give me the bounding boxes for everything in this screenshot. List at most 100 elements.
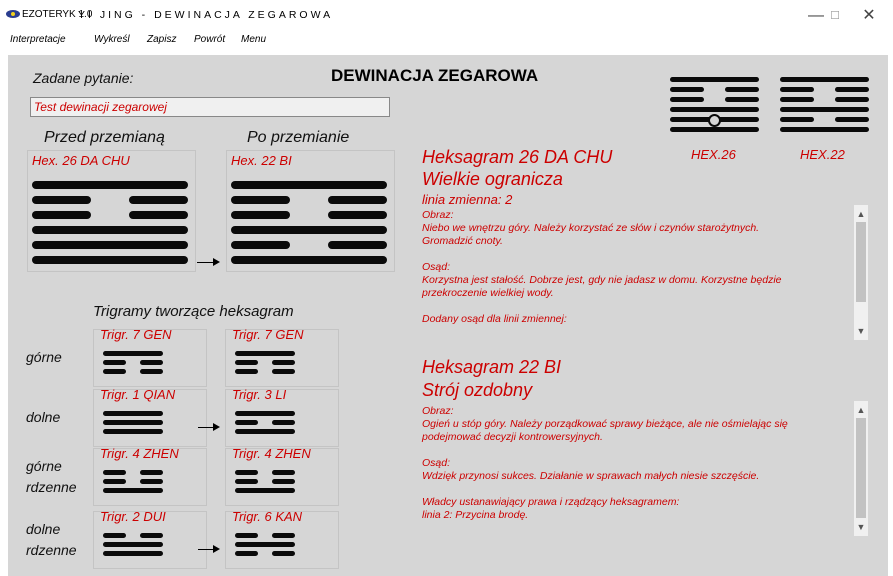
trigram-panel-left: Trigr. 7 GEN — [93, 327, 207, 387]
hex1-subtitle: Wielkie ogranicza — [422, 169, 563, 189]
yin-line-left — [780, 117, 814, 122]
window-title: YI JING - DEWINACJA ZEGAROWA — [78, 9, 334, 21]
menu-powrot[interactable]: Powrót — [194, 34, 225, 45]
yang-line — [103, 420, 163, 425]
yin-line-right — [140, 533, 163, 538]
hex1-moving-line: linia zmienna: 2 — [422, 192, 513, 207]
trigram-name: Trigr. 2 DUI — [100, 509, 166, 524]
hex-after-name: Hex. 22 BI — [231, 153, 292, 168]
hex1-title: Heksagram 26 DA CHU — [422, 147, 613, 167]
yang-line — [780, 77, 869, 82]
menu-zapisz[interactable]: Zapisz — [147, 34, 176, 45]
yin-line-left — [103, 369, 126, 374]
yin-line-right — [140, 470, 163, 475]
yin-line-left — [32, 211, 91, 219]
trigram-name: Trigr. 4 ZHEN — [232, 446, 311, 461]
yin-line-left — [231, 196, 290, 204]
hex-before-panel: Hex. 26 DA CHU — [27, 150, 196, 272]
arrow-icon — [213, 423, 220, 431]
trigram-panel-right: Trigr. 6 KAN — [225, 509, 339, 569]
trigram-name: Trigr. 4 ZHEN — [100, 446, 179, 461]
yin-line-left — [780, 97, 814, 102]
eye-icon — [6, 10, 20, 18]
yin-line-left — [670, 87, 704, 92]
menu-bar: Interpretacje Wykreśl Zapisz Powrót Menu — [0, 30, 893, 52]
yin-line-right — [272, 420, 295, 425]
yin-line-right — [328, 211, 387, 219]
yang-line — [780, 107, 869, 112]
yin-line-left — [235, 533, 258, 538]
yang-line — [670, 77, 759, 82]
trigram-panel-left: Trigr. 2 DUI — [93, 509, 207, 569]
yin-line-right — [140, 479, 163, 484]
yin-line-left — [103, 360, 126, 365]
yang-line — [231, 226, 387, 234]
trigram-name: Trigr. 3 LI — [232, 387, 287, 402]
yin-line-right — [328, 196, 387, 204]
menu-interpretacje[interactable]: Interpretacje — [10, 34, 66, 45]
scroll-down-icon[interactable]: ▼ — [854, 520, 868, 534]
yin-line-left — [235, 360, 258, 365]
yang-line — [32, 181, 188, 189]
hex1-scroll-thumb[interactable] — [856, 222, 866, 302]
hex1-text[interactable]: Obraz: Niebo we wnętrzu góry. Należy kor… — [422, 209, 852, 341]
hex2-title: Heksagram 22 BI — [422, 357, 562, 377]
yang-line — [235, 411, 295, 416]
small-hex-right-label: HEX.22 — [800, 147, 845, 162]
yin-line-right — [140, 360, 163, 365]
yin-line-left — [235, 420, 258, 425]
hex2-scrollbar[interactable]: ▲ ▼ — [854, 401, 868, 536]
yang-line — [32, 226, 188, 234]
menu-menu[interactable]: Menu — [241, 34, 266, 45]
yin-line-right — [272, 360, 295, 365]
trigram-row-label: górne — [26, 349, 62, 365]
yin-line-right — [272, 470, 295, 475]
question-input[interactable] — [30, 97, 390, 117]
yang-line — [103, 551, 163, 556]
trigram-panel-right: Trigr. 3 LI — [225, 387, 339, 447]
yin-line-right — [272, 369, 295, 374]
yang-line — [235, 429, 295, 434]
yin-line-left — [231, 241, 290, 249]
yang-line — [32, 241, 188, 249]
scroll-up-icon[interactable]: ▲ — [854, 403, 868, 417]
title-bar: EZOTERYK 1.0 YI JING - DEWINACJA ZEGAROW… — [0, 0, 893, 30]
trigram-name: Trigr. 7 GEN — [232, 327, 304, 342]
yin-line-right — [328, 241, 387, 249]
yin-line-left — [235, 551, 258, 556]
yang-line — [235, 542, 295, 547]
arrow-icon — [213, 545, 220, 553]
yang-line — [235, 351, 295, 356]
hex-before-name: Hex. 26 DA CHU — [32, 153, 130, 168]
yin-line-right — [725, 87, 759, 92]
small-hex-left-label: HEX.26 — [691, 147, 736, 162]
yin-line-right — [272, 479, 295, 484]
yin-line-right — [725, 97, 759, 102]
yang-line — [32, 256, 188, 264]
hex1-scrollbar[interactable]: ▲ ▼ — [854, 205, 868, 340]
hex2-text[interactable]: Obraz: Ogień u stóp góry. Należy porządk… — [422, 405, 852, 540]
hex2-scroll-thumb[interactable] — [856, 418, 866, 518]
yin-line-left — [235, 369, 258, 374]
trigram-row-label: dolne — [26, 409, 61, 425]
yin-line-right — [835, 97, 869, 102]
yin-line-left — [32, 196, 91, 204]
yin-line-left — [231, 211, 290, 219]
yin-line-right — [835, 117, 869, 122]
yin-line-left — [103, 470, 126, 475]
yin-line-right — [272, 533, 295, 538]
yang-line — [103, 411, 163, 416]
yin-line-left — [103, 479, 126, 484]
hex2-subtitle: Strój ozdobny — [422, 380, 533, 400]
yang-line — [103, 351, 163, 356]
yin-line-left — [780, 87, 814, 92]
scroll-up-icon[interactable]: ▲ — [854, 207, 868, 221]
yang-line — [103, 429, 163, 434]
menu-wykresl[interactable]: Wykreśl — [94, 34, 130, 45]
page-title: DEWINACJA ZEGAROWA — [331, 66, 539, 85]
yang-line — [780, 127, 869, 132]
scroll-down-icon[interactable]: ▼ — [854, 324, 868, 338]
moving-line-marker-icon — [708, 114, 721, 127]
close-button[interactable]: ✕ — [849, 4, 889, 28]
trigrams-title: Trigramy tworzące heksagram — [93, 303, 294, 320]
